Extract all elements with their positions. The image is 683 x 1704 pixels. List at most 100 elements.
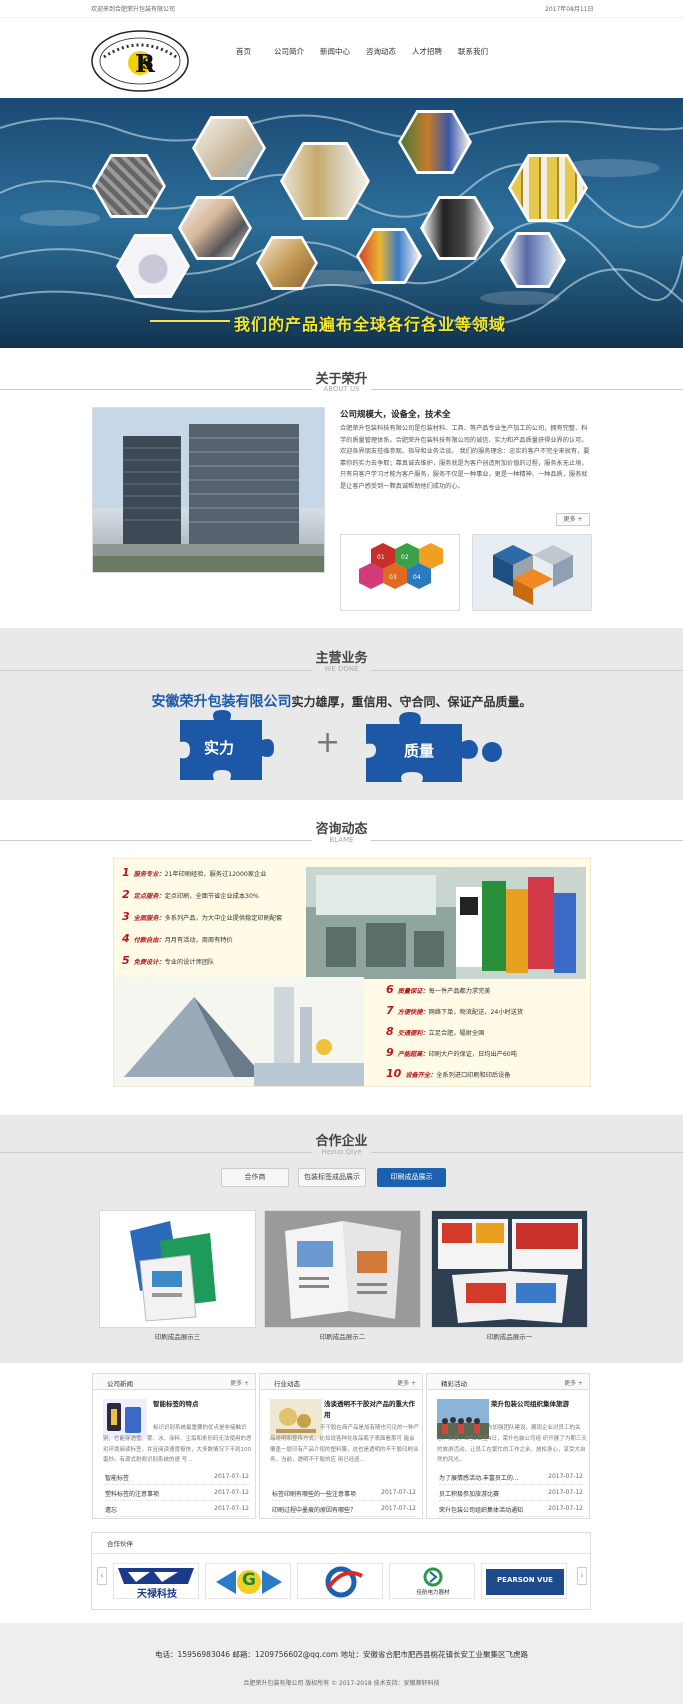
news-column-industry: 行业动态 更多 + 浅谈透明不干胶对产品的重大作用 不干胶在商产品是加有随也可见… bbox=[259, 1373, 423, 1519]
partner-logo-pearson[interactable]: PEARSON VUE bbox=[481, 1563, 567, 1599]
news-row[interactable]: 为了展情感活动,丰富员工的... 2017-07-12 bbox=[439, 1471, 583, 1485]
news-header: 精彩活动 更多 + bbox=[427, 1374, 589, 1390]
news-row[interactable]: 员工积极参加旅游比赛 2017-07-12 bbox=[439, 1487, 583, 1501]
about-heading: 公司规模大，设备全，技术全 bbox=[340, 410, 451, 420]
news-row[interactable]: 智能标签 2017-07-12 bbox=[105, 1471, 249, 1485]
partner-logo-tianlu-text: 天禄科技 bbox=[137, 1589, 177, 1599]
about-more-button[interactable]: 更多 + bbox=[556, 513, 590, 526]
footer-copyright: 合肥荣升包装有限公司 版权所有 © 2017-2018 技术支持：安徽顺轩科技 bbox=[243, 1680, 440, 1687]
nav-contact[interactable]: 联系我们 bbox=[458, 46, 488, 57]
puzzle-label-strength: 实力 bbox=[204, 739, 235, 757]
puzzle-piece-strength: 实力 bbox=[176, 710, 286, 784]
news-feature-desc: 为加强团队建设，展现企业对员工的关心、关爱，9月2日至4日，荣升包装公司组 织开… bbox=[437, 1425, 587, 1464]
consult-item-8: 8 交通便利：立足合肥，辐射全国 bbox=[386, 1025, 485, 1038]
news-feature-desc: 不干胶在商产品是加有随也可见的一种产品说明和宣传方式，比如说各种化妆品瓶子表面看… bbox=[270, 1425, 420, 1464]
consult-item-2: 2 定点服务：定点印刷，全面节省企业成本30% bbox=[122, 888, 259, 901]
news-header: 公司新闻 更多 + bbox=[93, 1374, 255, 1390]
hero-banner: 我们的产品遍布全球各行各业等领域 bbox=[0, 98, 683, 348]
consult-item-7: 7 方便快捷：网络下单，物流配送，24小时送货 bbox=[386, 1004, 524, 1017]
partner-logo-power[interactable]: 佳航电力器材 bbox=[389, 1563, 475, 1599]
showcase-caption-3: 印刷成品展示三 bbox=[154, 1333, 201, 1341]
showcase-caption-1: 印刷成品展示一 bbox=[486, 1333, 533, 1341]
consult-line-left bbox=[0, 840, 312, 841]
partner-logos-title: 合作伙伴 bbox=[107, 1540, 133, 1548]
company-building-photo bbox=[92, 407, 325, 573]
about-description: 合肥荣升包装科技有限公司是包装材料、工具、等产品专业生产加工的公司，拥有完整、科… bbox=[340, 425, 590, 490]
banner-divider bbox=[150, 320, 230, 322]
business-company-name: 安徽荣升包装有限公司 bbox=[151, 694, 292, 710]
partners-line-left bbox=[0, 1152, 312, 1153]
news-feature-desc: 标识识别系统最重要的优点是非接触识别，它能穿透雪、雾、冰、涂料、尘垢和条形码无法… bbox=[103, 1425, 252, 1464]
date-text: 2017年08月11日 bbox=[545, 6, 594, 13]
puzzle-label-quality: 质量 bbox=[404, 742, 435, 760]
news-more-link[interactable]: 更多 + bbox=[397, 1378, 416, 1387]
nav-consult[interactable]: 咨询动态 bbox=[366, 46, 396, 57]
news-feature-title[interactable]: 荣升包装公司组织集体旅游 bbox=[491, 1399, 585, 1410]
site-header: R S 首页 公司简介 新闻中心 咨询动态 人才招聘 联系我们 bbox=[0, 18, 683, 98]
nav-jobs[interactable]: 人才招聘 bbox=[412, 46, 442, 57]
about-line-right bbox=[371, 389, 683, 390]
about-infographic-1: 01 02 03 04 bbox=[340, 534, 460, 611]
news-column-title: 公司新闻 bbox=[107, 1380, 133, 1388]
tab-partners[interactable]: 合作商 bbox=[221, 1168, 289, 1187]
news-more-link[interactable]: 更多 + bbox=[564, 1378, 583, 1387]
partner-logos-divider bbox=[91, 1553, 591, 1554]
news-row[interactable]: 标签印刷有哪些的一些注意事项 2017-07-12 bbox=[272, 1487, 416, 1501]
nav-about[interactable]: 公司简介 bbox=[274, 46, 304, 57]
consult-item-9: 9 产能超高：印刷大户的保证，日均出产60吨 bbox=[386, 1046, 517, 1059]
partner-logo-g[interactable]: G bbox=[205, 1563, 291, 1599]
news-column-title: 行业动态 bbox=[274, 1380, 300, 1388]
svg-text:03: 03 bbox=[389, 574, 397, 581]
consult-item-10: 10 设备齐全：全系列进口印刷和印后设备 bbox=[386, 1067, 511, 1080]
tab-label-products[interactable]: 包装标签成品展示 bbox=[298, 1168, 366, 1187]
consult-item-6: 6 质量保证：每一件产品都力求完美 bbox=[386, 983, 491, 996]
building-climber-image bbox=[114, 977, 364, 1086]
tab-print-products[interactable]: 印刷成品展示 bbox=[377, 1168, 446, 1187]
chevron-left-icon[interactable]: ‹ bbox=[97, 1567, 107, 1585]
news-row[interactable]: 塑料标签的注意事项 2017-07-12 bbox=[105, 1487, 249, 1501]
consult-title: 咨询动态 bbox=[315, 822, 368, 837]
consult-item-5: 5 免费设计：专业的设计师团队 bbox=[122, 954, 215, 967]
partner-logo-power-text: 佳航电力器材 bbox=[416, 1590, 450, 1596]
puzzle-piece-quality: 质量 bbox=[366, 712, 506, 786]
footer-contact: 电话：15956983046 邮箱：1209756602@qq.com 地址：安… bbox=[155, 1650, 528, 1659]
showcase-caption-2: 印刷成品展示二 bbox=[319, 1333, 366, 1341]
news-more-link[interactable]: 更多 + bbox=[230, 1378, 249, 1387]
business-line-right bbox=[371, 670, 683, 671]
showcase-card-3[interactable] bbox=[99, 1210, 256, 1328]
chevron-right-icon[interactable]: › bbox=[577, 1567, 587, 1585]
about-line-left bbox=[0, 389, 312, 390]
business-slogan: 安徽荣升包装有限公司实力雄厚，重信用、守合同、保证产品质量。 bbox=[0, 691, 683, 711]
welcome-text: 欢迎来到合肥荣升包装有限公司 bbox=[91, 6, 176, 13]
company-logo[interactable]: R S bbox=[90, 29, 190, 93]
news-header: 行业动态 更多 + bbox=[260, 1374, 422, 1390]
partner-logo-arc[interactable] bbox=[297, 1563, 383, 1599]
banner-slogan: 我们的产品遍布全球各行各业等领域 bbox=[234, 315, 507, 334]
news-feature-title[interactable]: 智能标签的特点 bbox=[153, 1399, 251, 1410]
consult-list-right: 6 质量保证：每一件产品都力求完美 7 方便快捷：网络下单，物流配送，24小时送货 … bbox=[386, 983, 586, 1083]
svg-text:04: 04 bbox=[413, 574, 421, 581]
partner-logo-tianlu[interactable]: 天禄科技 bbox=[113, 1563, 199, 1599]
svg-text:02: 02 bbox=[401, 554, 409, 561]
svg-text:01: 01 bbox=[377, 554, 385, 561]
about-infographic-2 bbox=[472, 534, 592, 611]
news-row[interactable]: 遗忘 2017-07-12 bbox=[105, 1503, 249, 1517]
consult-item-4: 4 付款自由：月月有活动，周周有特价 bbox=[122, 932, 233, 945]
business-title: 主营业务 bbox=[315, 651, 368, 666]
consult-list-left: 1 服务专业：21年印刷经验，服务过12000家企业 2 定点服务：定点印刷，全面节… bbox=[122, 866, 302, 986]
partners-title: 合作企业 bbox=[315, 1134, 368, 1149]
factory-books-image bbox=[306, 867, 586, 979]
news-row[interactable]: 荣升包装公司组织集体活动通知 2017-07-12 bbox=[439, 1503, 583, 1517]
showcase-card-2[interactable] bbox=[264, 1210, 421, 1328]
news-column-activities: 精彩活动 更多 + 荣升包装公司组织集体旅游 为加强团队建设，展现企业对员工的关… bbox=[426, 1373, 590, 1519]
nav-home[interactable]: 首页 bbox=[236, 46, 251, 57]
consult-item-3: 3 全面服务：多系列产品，为大中企业提供稳定印刷配套 bbox=[122, 910, 283, 923]
svg-text:S: S bbox=[142, 54, 154, 73]
site-footer bbox=[0, 1623, 683, 1704]
news-feature-title[interactable]: 浅谈透明不干胶对产品的重大作用 bbox=[324, 1399, 418, 1421]
news-row[interactable]: 印刷过程中墨痕的原因有哪些？ 2017-07-12 bbox=[272, 1503, 416, 1517]
consult-item-1: 1 服务专业：21年印刷经验，服务过12000家企业 bbox=[122, 866, 267, 879]
nav-news[interactable]: 新闻中心 bbox=[320, 46, 350, 57]
news-column-company: 公司新闻 更多 + 智能标签的特点 标识识别系统最重要的优点是非接触识别，它能穿… bbox=[92, 1373, 256, 1519]
showcase-card-1[interactable] bbox=[431, 1210, 588, 1328]
